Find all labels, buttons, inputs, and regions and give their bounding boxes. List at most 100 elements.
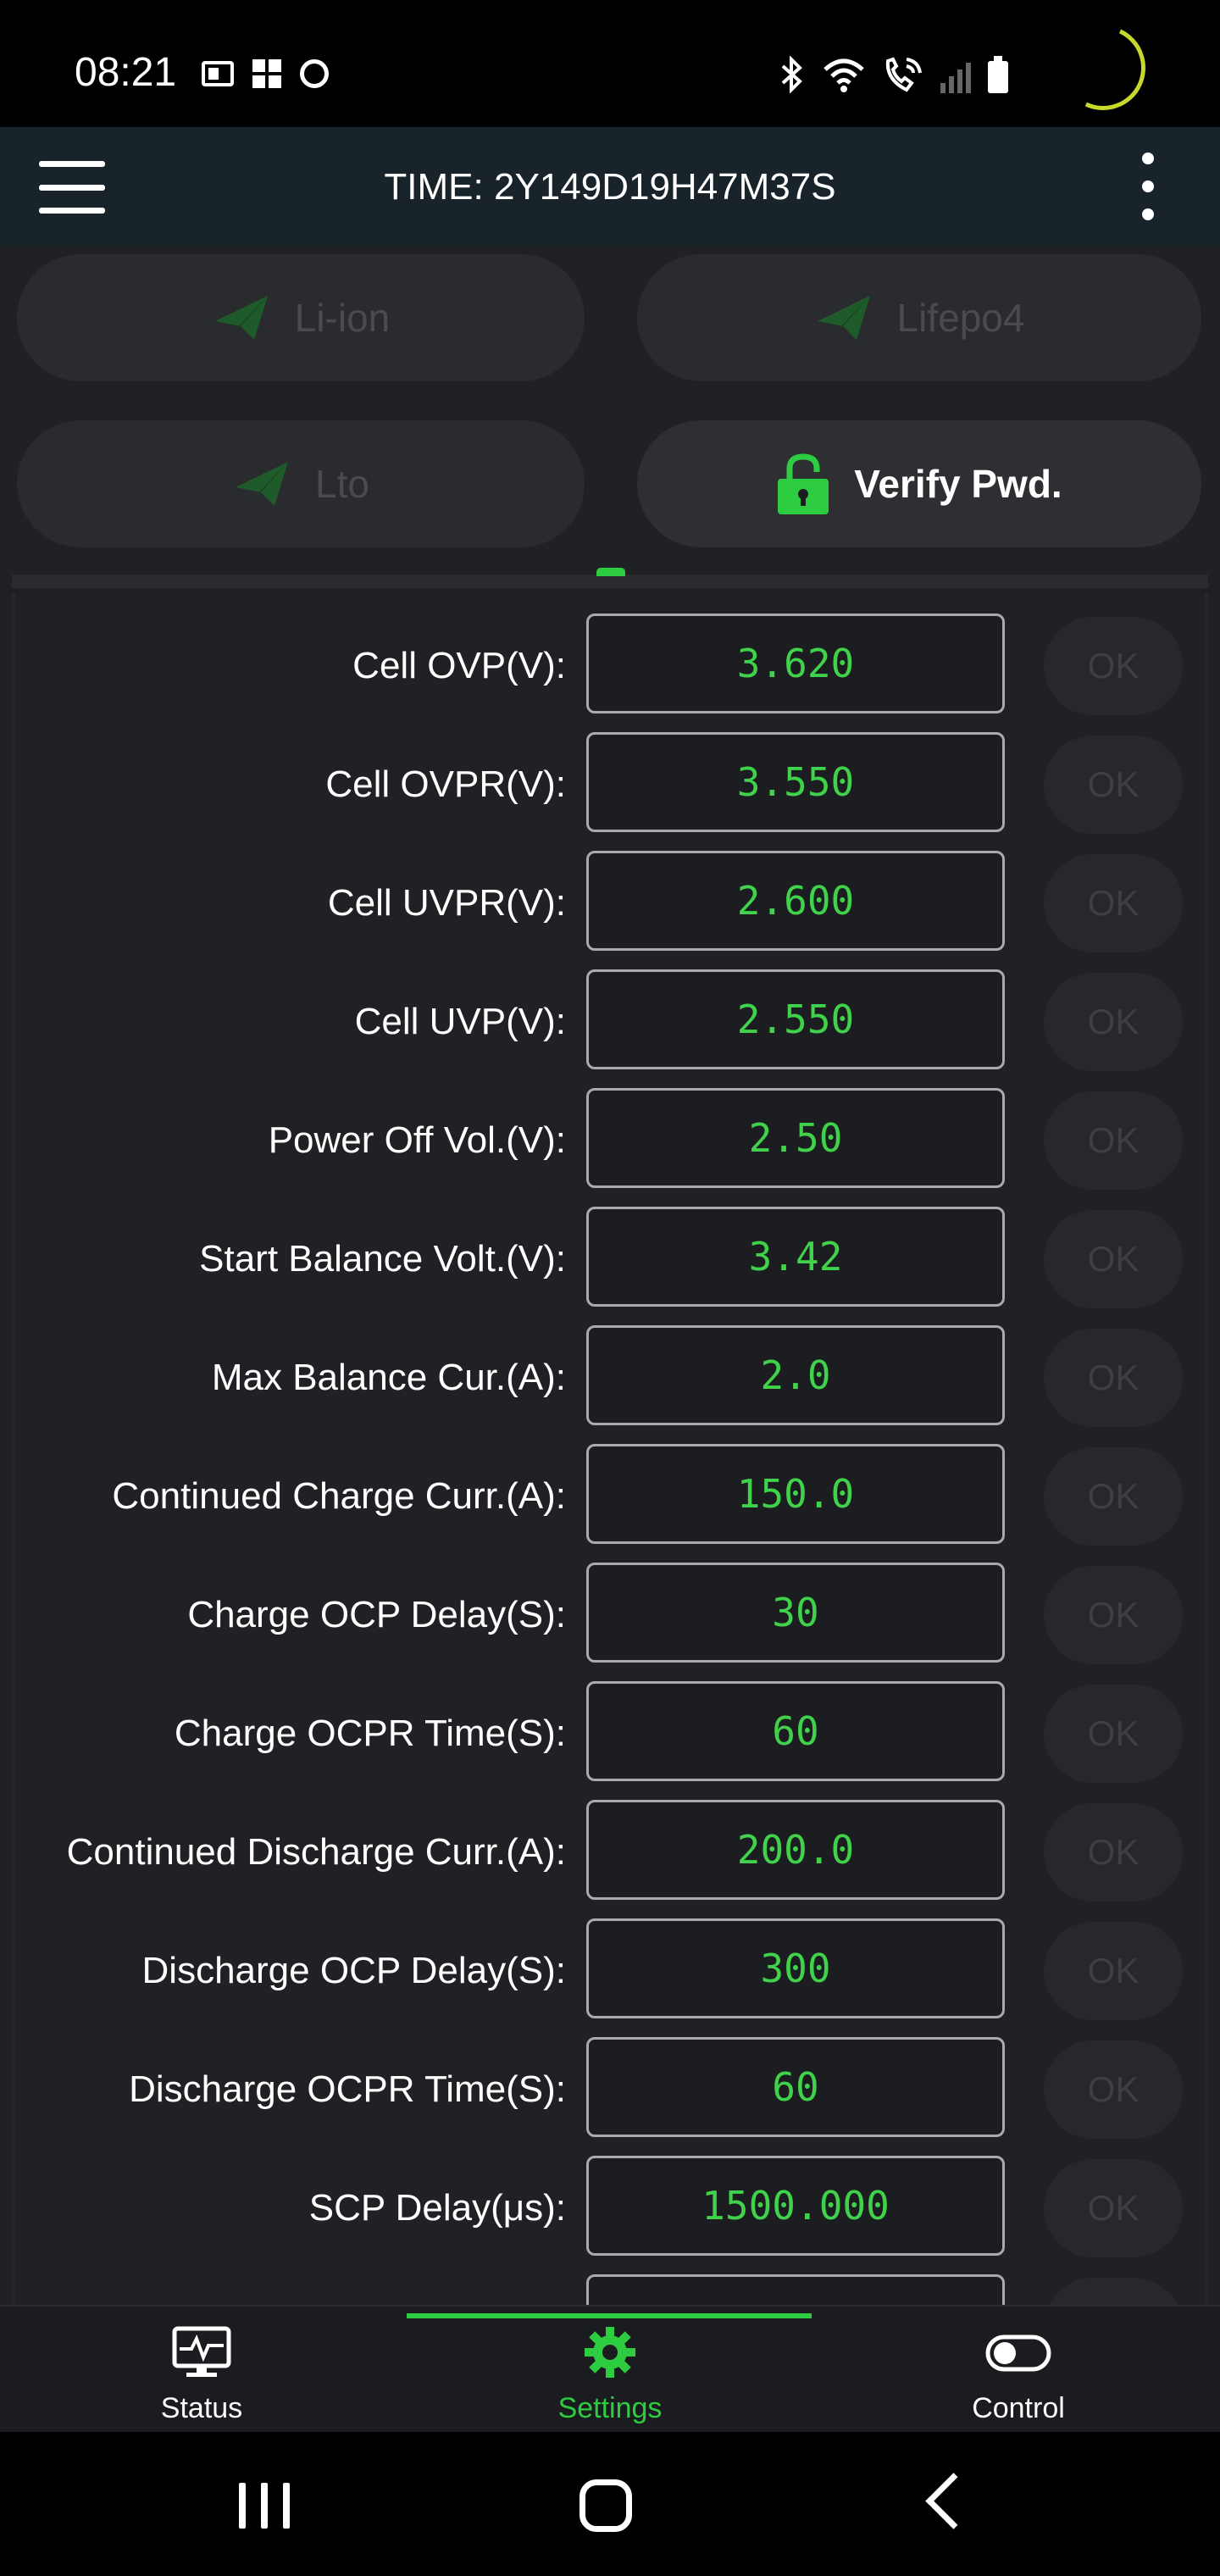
active-tab-indicator xyxy=(407,2313,812,2318)
ok-button[interactable]: OK xyxy=(1044,736,1183,834)
card-icon xyxy=(202,61,234,86)
setting-value-field[interactable] xyxy=(586,2274,1005,2305)
tab-status[interactable]: Status xyxy=(75,2325,329,2425)
setting-row-continued-charge-curr: Continued Charge Curr.(A): 150.0 OK xyxy=(0,1444,1220,1549)
lto-button[interactable]: Lto xyxy=(17,420,585,547)
ok-button[interactable]: OK xyxy=(1044,854,1183,952)
tab-control-label: Control xyxy=(972,2392,1065,2424)
monitor-pulse-icon xyxy=(172,2326,231,2377)
li-ion-button[interactable]: Li-ion xyxy=(17,254,585,381)
ok-button[interactable]: OK xyxy=(1044,1922,1183,2020)
call-icon xyxy=(885,57,922,92)
setting-row-start-balance-volt: Start Balance Volt.(V): 3.42 OK xyxy=(0,1207,1220,1312)
send-icon xyxy=(214,296,268,340)
loading-spinner xyxy=(1048,13,1158,123)
setting-label: Charge OCP Delay(S): xyxy=(187,1594,566,1635)
settings-list[interactable]: Cell OVP(V): 3.620 OK Cell OVPR(V): 3.55… xyxy=(0,593,1220,2305)
tab-settings-label: Settings xyxy=(557,2392,663,2424)
setting-value-field[interactable]: 60 xyxy=(586,2037,1005,2137)
ok-button[interactable]: OK xyxy=(1044,1210,1183,1308)
back-icon[interactable] xyxy=(925,2473,982,2529)
setting-value-field[interactable]: 3.550 xyxy=(586,732,1005,832)
lifepo4-label: Lifepo4 xyxy=(896,296,1025,340)
setting-value-field[interactable]: 2.0 xyxy=(586,1325,1005,1425)
bottom-navigation: Status Settings Control xyxy=(0,2305,1220,2432)
setting-value-field[interactable]: 30 xyxy=(586,1563,1005,1663)
setting-row-charge-ocp-delay: Charge OCP Delay(S): 30 OK xyxy=(0,1563,1220,1668)
ok-button[interactable]: OK xyxy=(1044,2040,1183,2139)
setting-value-field[interactable]: 2.50 xyxy=(586,1088,1005,1188)
setting-row-discharge-ocp-delay: Discharge OCP Delay(S): 300 OK xyxy=(0,1918,1220,2024)
setting-label: Discharge OCPR Time(S): xyxy=(129,2068,566,2110)
setting-value-field[interactable]: 200.0 xyxy=(586,1800,1005,1900)
preset-buttons: Li-ion Lifepo4 Lto Verify Pwd. xyxy=(0,246,1220,585)
app-bar: TIME: 2Y149D19H47M37S xyxy=(0,127,1220,246)
setting-row-power-off-vol: Power Off Vol.(V): 2.50 OK xyxy=(0,1088,1220,1193)
ok-button[interactable]: OK xyxy=(1044,1566,1183,1664)
setting-row-partial xyxy=(0,2274,1220,2305)
setting-value-field[interactable]: 60 xyxy=(586,1681,1005,1781)
toggle-icon xyxy=(985,2334,1051,2372)
setting-label: Charge OCPR Time(S): xyxy=(174,1713,566,1754)
send-icon xyxy=(817,296,870,340)
tab-status-label: Status xyxy=(160,2392,243,2424)
ok-button[interactable]: OK xyxy=(1044,1447,1183,1546)
home-icon[interactable] xyxy=(580,2479,632,2532)
setting-value-field[interactable]: 2.550 xyxy=(586,969,1005,1069)
setting-label: SCP Delay(μs): xyxy=(308,2187,566,2229)
gear-icon xyxy=(585,2327,635,2378)
setting-row-cell-ovpr: Cell OVPR(V): 3.550 OK xyxy=(0,732,1220,837)
verify-password-button[interactable]: Verify Pwd. xyxy=(637,420,1201,547)
bluetooth-icon xyxy=(781,56,802,93)
ok-button[interactable]: OK xyxy=(1044,973,1183,1071)
setting-label: Continued Discharge Curr.(A): xyxy=(66,1831,566,1873)
ok-button[interactable]: OK xyxy=(1044,617,1183,715)
setting-value-field[interactable]: 3.42 xyxy=(586,1207,1005,1307)
setting-value-field[interactable]: 2.600 xyxy=(586,851,1005,951)
setting-row-scp-delay: SCP Delay(μs): 1500.000 OK xyxy=(0,2156,1220,2261)
lto-label: Lto xyxy=(315,462,369,506)
grid-icon xyxy=(252,59,281,88)
setting-label: Cell OVP(V): xyxy=(352,645,566,686)
setting-label: Cell UVPR(V): xyxy=(327,882,566,924)
setting-label: Cell OVPR(V): xyxy=(325,763,566,805)
setting-row-cell-uvp: Cell UVP(V): 2.550 OK xyxy=(0,969,1220,1074)
tab-settings[interactable]: Settings xyxy=(483,2325,737,2425)
ok-button[interactable]: OK xyxy=(1044,1329,1183,1427)
ok-button[interactable] xyxy=(1044,2278,1183,2305)
ok-button[interactable]: OK xyxy=(1044,1091,1183,1190)
setting-value-field[interactable]: 150.0 xyxy=(586,1444,1005,1544)
page-title: TIME: 2Y149D19H47M37S xyxy=(384,166,836,208)
divider xyxy=(12,575,1208,588)
wifi-icon xyxy=(824,58,864,92)
setting-row-cell-ovp: Cell OVP(V): 3.620 OK xyxy=(0,613,1220,719)
setting-row-discharge-ocpr-time: Discharge OCPR Time(S): 60 OK xyxy=(0,2037,1220,2142)
circle-icon xyxy=(300,59,329,88)
scroll-indicator xyxy=(596,568,625,576)
setting-value-field[interactable]: 3.620 xyxy=(586,613,1005,713)
setting-label: Start Balance Volt.(V): xyxy=(199,1238,566,1280)
status-bar: 08:21 xyxy=(0,0,1220,127)
li-ion-label: Li-ion xyxy=(294,296,391,340)
setting-value-field[interactable]: 300 xyxy=(586,1918,1005,2018)
unlock-icon xyxy=(778,453,829,514)
status-time: 08:21 xyxy=(75,50,177,95)
setting-row-charge-ocpr-time: Charge OCPR Time(S): 60 OK xyxy=(0,1681,1220,1786)
setting-label: Discharge OCP Delay(S): xyxy=(141,1950,566,1991)
verify-password-label: Verify Pwd. xyxy=(854,462,1062,506)
ok-button[interactable]: OK xyxy=(1044,1803,1183,1901)
setting-label: Cell UVP(V): xyxy=(354,1001,566,1042)
setting-row-continued-discharge-curr: Continued Discharge Curr.(A): 200.0 OK xyxy=(0,1800,1220,1905)
ok-button[interactable]: OK xyxy=(1044,1685,1183,1783)
setting-label: Max Balance Cur.(A): xyxy=(211,1357,566,1398)
ok-button[interactable]: OK xyxy=(1044,2159,1183,2257)
lifepo4-button[interactable]: Lifepo4 xyxy=(637,254,1201,381)
more-vert-icon[interactable] xyxy=(1135,153,1161,220)
battery-icon xyxy=(988,56,1008,93)
setting-value-field[interactable]: 1500.000 xyxy=(586,2156,1005,2256)
send-icon xyxy=(236,462,289,506)
setting-label: Power Off Vol.(V): xyxy=(268,1119,566,1161)
recents-icon[interactable] xyxy=(239,2483,290,2529)
tab-control[interactable]: Control xyxy=(891,2325,1145,2425)
setting-row-cell-uvpr: Cell UVPR(V): 2.600 OK xyxy=(0,851,1220,956)
